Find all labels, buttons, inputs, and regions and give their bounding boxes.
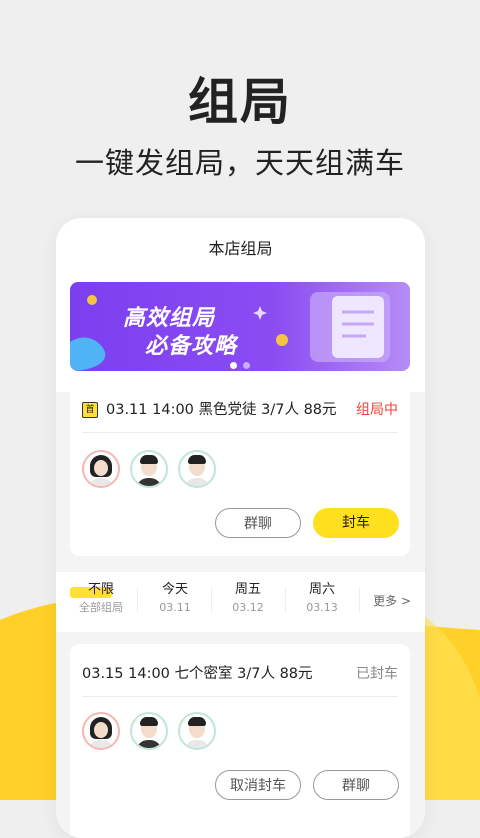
filter-saturday[interactable]: 周六 03.13 (289, 582, 355, 616)
header-title: 本店组局 (208, 239, 273, 258)
filter-label: 今天 (161, 582, 188, 597)
filter-sublabel: 03.11 (159, 601, 191, 614)
game-info: 03.15 14:00 七个密室 3/7人 88元 (82, 666, 313, 682)
status-badge: 组局中 (356, 402, 398, 418)
more-filters-link[interactable]: 更多 > (373, 592, 411, 609)
divider (137, 588, 138, 612)
avatar[interactable] (178, 712, 216, 750)
phone-screen: 本店组局 高效组局 必备攻略 首 03.11 14:00 黑色党徒 3/7人 8… (56, 218, 425, 838)
hero-title: 组局 (188, 73, 292, 131)
divider (359, 588, 360, 612)
status-badge: 已封车 (356, 666, 398, 682)
player-avatars (82, 450, 216, 488)
filter-all[interactable]: 不限 全部组局 (68, 582, 134, 616)
game-info-line: 首 03.11 14:00 黑色党徒 3/7人 88元 (82, 398, 337, 419)
screen-header: 本店组局 (56, 218, 425, 282)
banner-dot[interactable] (243, 362, 250, 369)
player-avatars (82, 712, 216, 750)
game-card[interactable]: 03.15 14:00 七个密室 3/7人 88元 已封车 取消封车 群聊 (70, 644, 410, 838)
filter-friday[interactable]: 周五 03.12 (215, 582, 281, 616)
promo-banner[interactable]: 高效组局 必备攻略 (70, 282, 410, 371)
banner-pagination (70, 354, 410, 371)
date-filter-bar: 不限 全部组局 今天 03.11 周五 03.12 周六 03.13 更多 > (56, 572, 425, 632)
filter-sublabel: 全部组局 (79, 601, 123, 614)
cancel-booking-button[interactable]: 取消封车 (215, 770, 301, 800)
filter-label: 不限 (87, 582, 114, 597)
divider (285, 588, 286, 612)
group-chat-button[interactable]: 群聊 (313, 770, 399, 800)
hero-subtitle: 一键发组局，天天组满车 (74, 146, 405, 180)
divider (211, 588, 212, 612)
featured-game-card[interactable]: 首 03.11 14:00 黑色党徒 3/7人 88元 组局中 群聊 封车 (70, 382, 410, 556)
group-chat-button[interactable]: 群聊 (215, 508, 301, 538)
filter-label: 周六 (308, 582, 335, 597)
filter-today[interactable]: 今天 03.11 (142, 582, 208, 616)
filter-sublabel: 03.12 (232, 601, 264, 614)
divider (82, 696, 398, 697)
avatar[interactable] (82, 450, 120, 488)
game-info: 03.11 14:00 黑色党徒 3/7人 88元 (106, 402, 337, 418)
close-booking-button[interactable]: 封车 (313, 508, 399, 538)
avatar[interactable] (82, 712, 120, 750)
avatar[interactable] (130, 450, 168, 488)
filter-sublabel: 03.13 (306, 601, 338, 614)
first-badge-icon: 首 (82, 402, 98, 418)
banner-area: 高效组局 必备攻略 (56, 282, 425, 392)
avatar[interactable] (178, 450, 216, 488)
banner-dot[interactable] (230, 362, 237, 369)
filter-label: 周五 (234, 582, 261, 597)
divider (82, 432, 398, 433)
avatar[interactable] (130, 712, 168, 750)
